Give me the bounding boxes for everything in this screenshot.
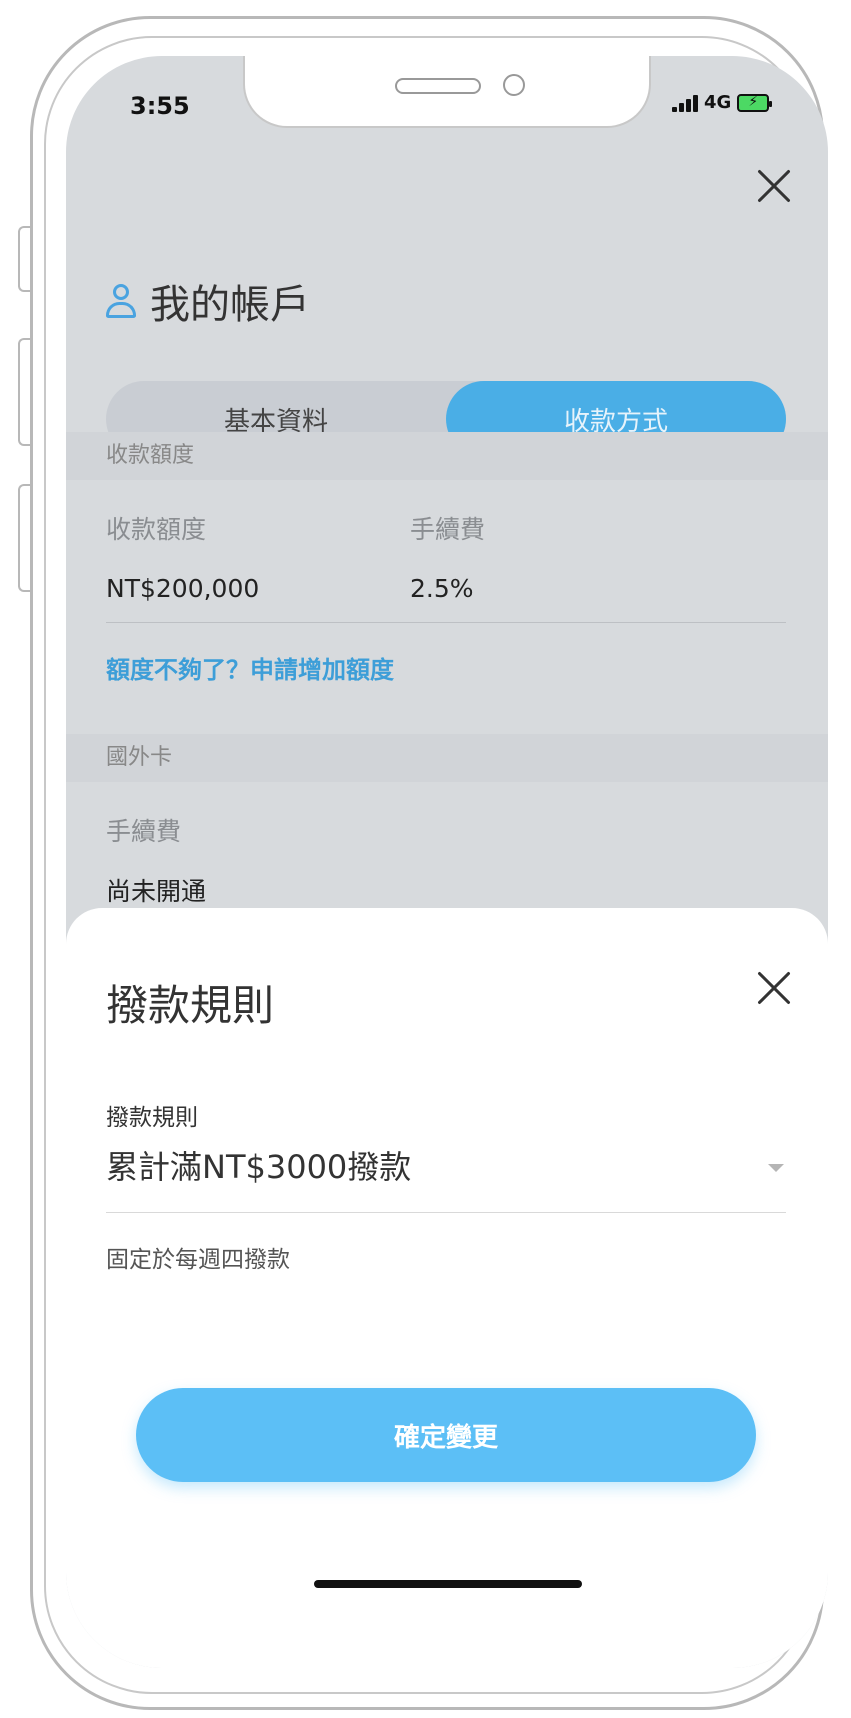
status-time: 3:55 xyxy=(130,92,190,120)
close-icon[interactable] xyxy=(752,164,796,208)
status-indicators: 4G ⚡ xyxy=(672,92,773,113)
foreign-fee-value: 尚未開通 xyxy=(106,877,207,906)
section-header-foreign: 國外卡 xyxy=(66,734,828,782)
rule-field-label: 撥款規則 xyxy=(106,1105,198,1131)
chevron-down-icon xyxy=(768,1164,784,1172)
speaker-icon xyxy=(395,78,481,94)
network-label: 4G xyxy=(704,92,732,113)
bottom-sheet: 撥款規則 撥款規則 累計滿NT$3000撥款 固定於每週四撥款 確定變更 xyxy=(66,908,828,1668)
rule-dropdown[interactable]: 累計滿NT$3000撥款 xyxy=(106,1142,786,1202)
limit-label: 收款額度 xyxy=(106,515,207,544)
home-indicator xyxy=(314,1580,582,1588)
signal-icon xyxy=(672,94,698,112)
user-icon xyxy=(106,284,136,318)
sheet-title: 撥款規則 xyxy=(106,981,275,1030)
battery-icon: ⚡ xyxy=(737,93,773,112)
fee-value: 2.5% xyxy=(410,574,474,603)
dropdown-underline xyxy=(106,1212,786,1213)
phone-screen: 3:55 4G ⚡ 我的帳戶 基本資料 收款方式 收款額度 收款額度 手續費 N… xyxy=(66,56,828,1668)
rule-helper-text: 固定於每週四撥款 xyxy=(106,1247,290,1273)
limit-value: NT$200,000 xyxy=(106,574,260,603)
camera-icon xyxy=(503,74,525,96)
page-title: 我的帳戶 xyxy=(106,272,310,330)
fee-label: 手續費 xyxy=(410,515,486,544)
rule-selected-value: 累計滿NT$3000撥款 xyxy=(106,1148,412,1186)
section-header-limit: 收款額度 xyxy=(66,432,828,480)
notch xyxy=(243,56,651,128)
confirm-change-button[interactable]: 確定變更 xyxy=(136,1388,756,1482)
close-icon[interactable] xyxy=(752,966,796,1010)
page-title-label: 我的帳戶 xyxy=(150,282,310,328)
divider xyxy=(106,622,786,623)
increase-limit-link[interactable]: 額度不夠了？申請增加額度 xyxy=(106,650,394,685)
foreign-fee-label: 手續費 xyxy=(106,817,182,846)
